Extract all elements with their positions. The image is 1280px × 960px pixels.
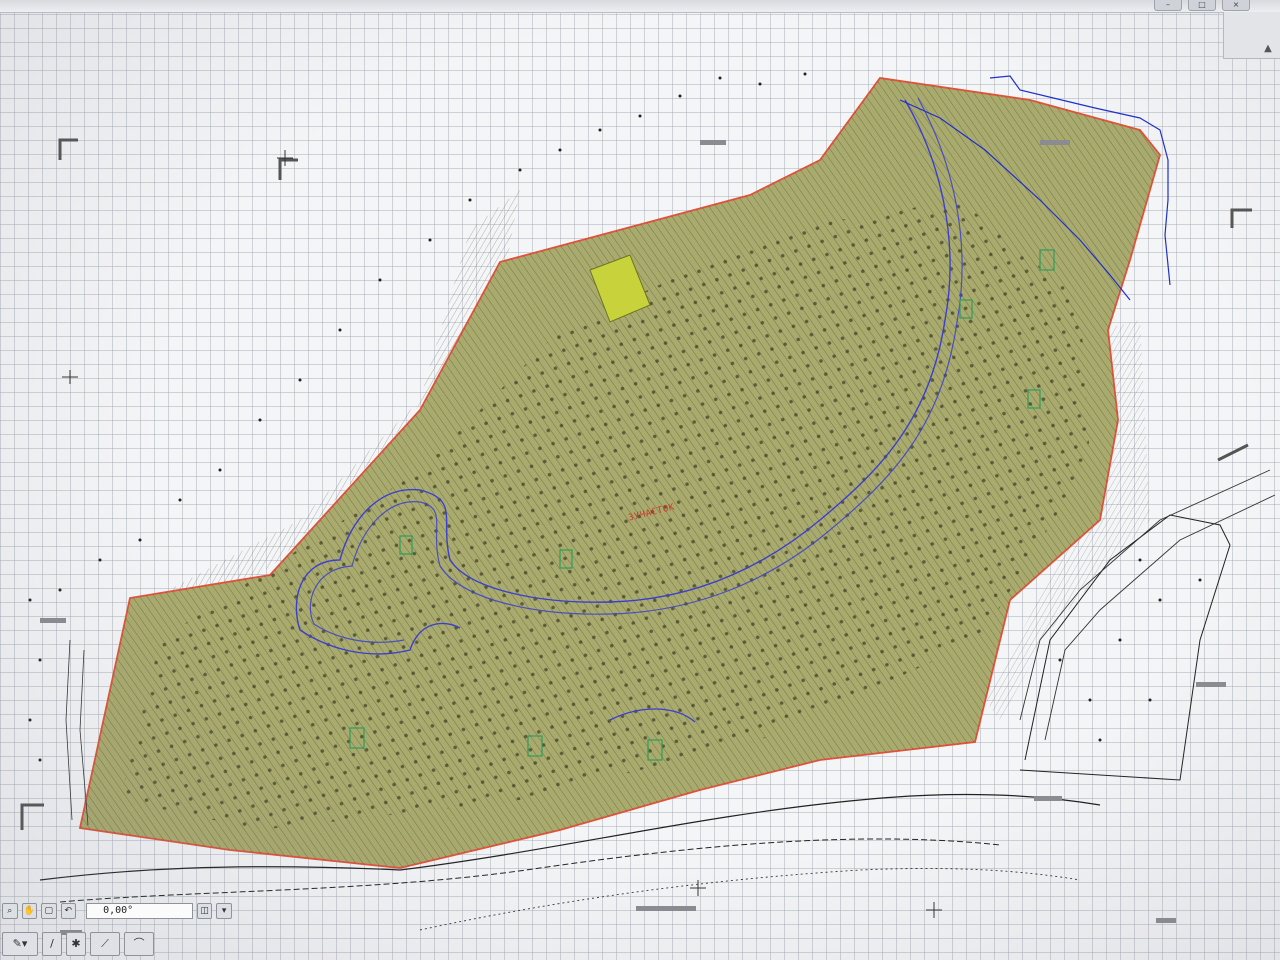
pen-icon[interactable]: /: [42, 932, 62, 956]
scale-icon[interactable]: ◫: [196, 903, 213, 919]
zoom-icon[interactable]: ⌕: [2, 903, 18, 919]
dropdown-icon[interactable]: ▾: [216, 903, 232, 919]
prev-icon[interactable]: ↶: [60, 903, 77, 919]
window-top-frame: – □ ×: [0, 0, 1280, 13]
line-icon[interactable]: ⟋: [90, 932, 120, 956]
minimize-button[interactable]: –: [1154, 0, 1182, 11]
drawing-canvas[interactable]: 3УЧАСТОК: [0, 0, 1280, 960]
site-plan-drawing[interactable]: [0, 0, 1280, 960]
fit-icon[interactable]: ▢: [41, 903, 57, 919]
arc-icon[interactable]: ⌒: [124, 932, 154, 956]
select-arrow-icon[interactable]: ✎▾: [2, 932, 38, 956]
star-icon[interactable]: ✱: [66, 932, 86, 956]
maximize-button[interactable]: □: [1188, 0, 1216, 11]
scroll-up-icon[interactable]: ▲: [1262, 42, 1274, 56]
close-button[interactable]: ×: [1222, 0, 1250, 11]
status-bar: ⌕ ✋ ▢ ↶ 0,00° ◫ ▾: [0, 900, 232, 922]
window-controls: – □ ×: [1154, 0, 1250, 11]
tool-row: ✎▾ / ✱ ⟋ ⌒: [0, 928, 232, 960]
south-road-line-3: [419, 868, 1081, 931]
south-road-line-2: [59, 838, 1001, 903]
angle-field[interactable]: 0,00°: [86, 903, 193, 919]
pan-icon[interactable]: ✋: [21, 903, 38, 919]
vertical-scrollbar-top[interactable]: ▲: [1223, 12, 1280, 59]
west-connector: [65, 639, 89, 826]
